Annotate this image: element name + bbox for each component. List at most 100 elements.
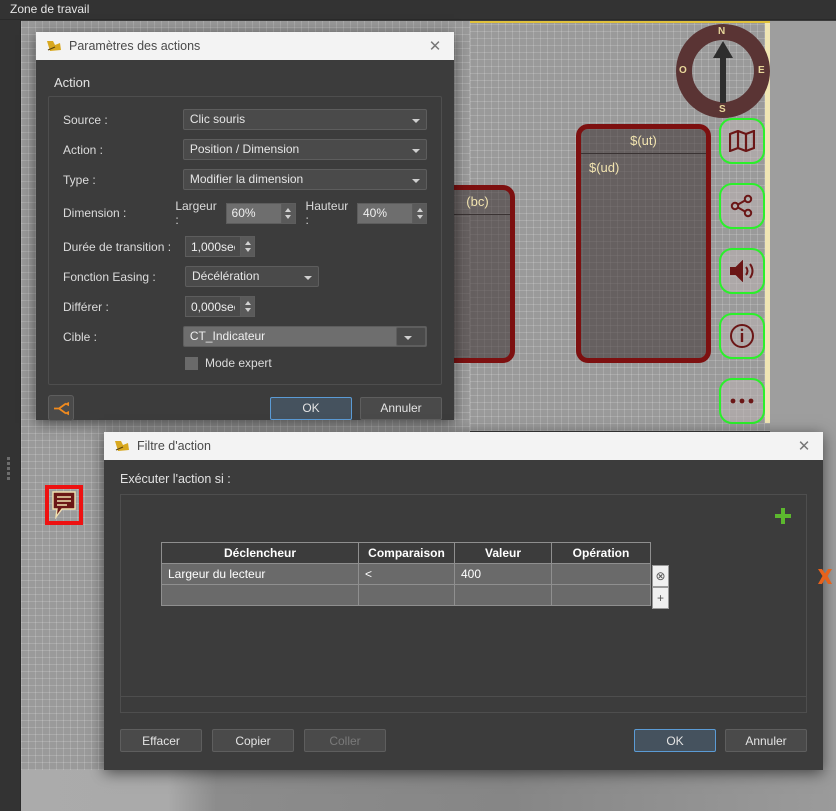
filter-cancel-button[interactable]: Annuler	[725, 729, 807, 752]
table-row[interactable]: Largeur du lecteur < 400	[161, 563, 651, 585]
add-row-button[interactable]: +	[652, 587, 669, 609]
easing-label: Fonction Easing :	[63, 269, 156, 284]
actions-dialog-footer: OK Annuler	[36, 385, 454, 431]
width-stepper-arrows[interactable]	[280, 202, 296, 224]
panel-splitter-handle[interactable]	[6, 455, 15, 483]
comment-element-selected[interactable]	[45, 485, 83, 525]
target-row: Cible : CT_Indicateur	[63, 326, 427, 347]
chevron-down-icon	[304, 276, 312, 280]
table-row[interactable]	[161, 584, 651, 606]
actions-cancel-button[interactable]: Annuler	[360, 396, 442, 420]
height-label: Hauteur :	[305, 199, 349, 227]
filter-ok-button[interactable]: OK	[634, 729, 716, 752]
actions-dialog-titlebar[interactable]: Paramètres des actions ✕	[36, 32, 454, 60]
filter-dialog-footer: Effacer Copier Coller OK Annuler	[104, 713, 823, 752]
cell-operation[interactable]	[551, 584, 651, 606]
action-value: Position / Dimension	[189, 142, 300, 156]
defer-label: Différer :	[63, 299, 109, 314]
type-value: Modifier la dimension	[189, 172, 304, 186]
clear-row-button[interactable]: ⊗	[652, 565, 669, 587]
easing-select[interactable]: Décélération	[185, 266, 319, 287]
actions-settings-dialog: Paramètres des actions ✕ Action Source :…	[36, 32, 454, 421]
transition-input[interactable]	[185, 236, 240, 257]
info-icon-button[interactable]	[719, 313, 765, 359]
expert-mode-checkbox[interactable]	[185, 356, 198, 370]
more-icon-button[interactable]	[719, 378, 765, 424]
close-icon[interactable]: ✕	[424, 35, 446, 57]
target-label: Cible :	[63, 329, 98, 344]
cell-trigger[interactable]: Largeur du lecteur	[161, 563, 359, 585]
footer-divider	[120, 696, 807, 697]
filter-paste-button: Coller	[304, 729, 386, 752]
chevron-down-icon[interactable]	[396, 327, 426, 346]
action-select[interactable]: Position / Dimension	[182, 139, 427, 160]
expert-mode-label: Mode expert	[205, 356, 272, 370]
filter-conditions-area: Déclencheur Comparaison Valeur Opération…	[120, 494, 832, 713]
compass-widget: N S O E	[676, 24, 770, 118]
width-label: Largeur :	[175, 199, 217, 227]
more-icon	[730, 398, 754, 404]
height-stepper-arrows[interactable]	[412, 202, 427, 224]
source-value: Clic souris	[189, 112, 246, 126]
conditions-table-wrap: Déclencheur Comparaison Valeur Opération…	[161, 542, 832, 609]
cell-comparison[interactable]	[358, 584, 455, 606]
dimension-label: Dimension :	[63, 206, 127, 220]
chevron-down-icon	[412, 119, 420, 123]
type-row: Type : Modifier la dimension	[63, 169, 427, 190]
defer-stepper[interactable]	[185, 296, 255, 317]
action-group-box: Source : Clic souris Action : Position /…	[48, 96, 442, 385]
add-condition-icon[interactable]	[774, 507, 792, 525]
action-filter-button[interactable]	[48, 395, 74, 421]
cell-trigger[interactable]	[161, 584, 359, 606]
col-value: Valeur	[454, 542, 552, 564]
map-icon	[729, 130, 755, 152]
type-label: Type :	[63, 172, 96, 187]
compass-label-north: N	[718, 26, 726, 37]
conditions-table: Déclencheur Comparaison Valeur Opération…	[161, 542, 651, 606]
share-icon-button[interactable]	[719, 183, 765, 229]
width-stepper[interactable]	[225, 202, 296, 224]
col-trigger: Déclencheur	[161, 542, 359, 564]
width-input[interactable]	[225, 202, 281, 224]
height-input[interactable]	[357, 202, 412, 224]
cell-comparison[interactable]: <	[358, 563, 455, 585]
delete-condition-icon[interactable]	[815, 567, 835, 587]
filter-dialog-titlebar[interactable]: Filtre d'action ✕	[104, 432, 823, 460]
col-operation: Opération	[551, 542, 651, 564]
content-panel-front[interactable]: $(ut) $(ud)	[576, 124, 711, 363]
actions-dialog-body: Action Source : Clic souris Action : Pos…	[36, 60, 454, 385]
close-icon[interactable]: ✕	[793, 435, 815, 457]
map-icon-button[interactable]	[719, 118, 765, 164]
filter-copy-button[interactable]: Copier	[212, 729, 294, 752]
source-select[interactable]: Clic souris	[182, 109, 427, 130]
workspace-header	[0, 0, 836, 20]
action-label: Action :	[63, 142, 104, 157]
actions-ok-button[interactable]: OK	[270, 396, 352, 420]
transition-stepper-arrows[interactable]	[240, 236, 255, 257]
canvas-top-guide	[470, 21, 770, 23]
share-icon	[730, 194, 753, 218]
compass-label-south: S	[719, 104, 726, 115]
action-row: Action : Position / Dimension	[63, 139, 427, 160]
target-select[interactable]: CT_Indicateur	[182, 326, 427, 347]
cell-value[interactable]: 400	[454, 563, 552, 585]
compass-label-west: O	[679, 65, 687, 76]
cell-value[interactable]	[454, 584, 552, 606]
transition-row: Durée de transition :	[63, 236, 427, 257]
filter-clear-button[interactable]: Effacer	[120, 729, 202, 752]
panel-front-title: $(ut)	[581, 129, 706, 154]
height-stepper[interactable]	[357, 202, 427, 224]
defer-stepper-arrows[interactable]	[240, 296, 255, 317]
expert-mode-row: Mode expert	[185, 356, 427, 370]
panel-back-title: (bc)	[445, 190, 510, 215]
panel-front-body: $(ud)	[589, 160, 620, 175]
source-row: Source : Clic souris	[63, 109, 427, 130]
comment-icon	[52, 491, 76, 519]
cell-operation[interactable]	[551, 563, 651, 585]
type-select[interactable]: Modifier la dimension	[182, 169, 427, 190]
volume-icon-button[interactable]	[719, 248, 765, 294]
branch-filter-icon	[53, 401, 69, 415]
defer-input[interactable]	[185, 296, 240, 317]
filter-dialog-body: Exécuter l'action si : Déclencheur Compa…	[104, 460, 832, 713]
transition-stepper[interactable]	[185, 236, 255, 257]
